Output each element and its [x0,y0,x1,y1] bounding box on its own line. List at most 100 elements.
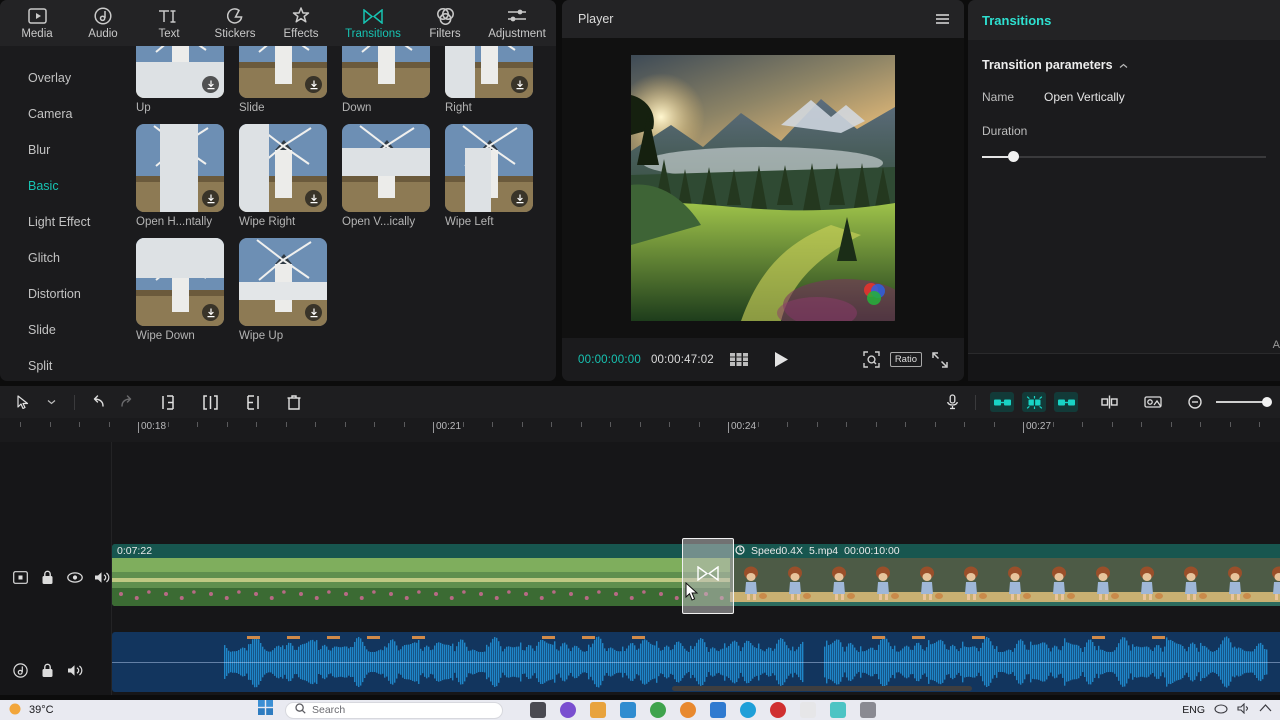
volume-icon[interactable] [1237,702,1250,717]
download-icon[interactable] [305,190,322,207]
transition-item[interactable]: Wipe Right [239,124,342,228]
transition-item[interactable]: Up [136,46,239,114]
transition-thumbnail[interactable] [445,46,533,98]
transition-item[interactable]: Wipe Down [136,238,239,342]
network-icon[interactable] [1259,703,1272,717]
transition-item[interactable]: Down [342,46,445,114]
app-icon-onedrive[interactable] [560,702,576,718]
transition-thumbnail[interactable] [239,238,327,326]
ratio-button[interactable]: Ratio [889,352,922,367]
transition-thumbnail[interactable] [136,46,224,98]
transition-thumbnail[interactable] [342,46,430,98]
lock-icon[interactable] [39,662,56,679]
undo-icon[interactable] [85,390,111,414]
library-tab-media[interactable]: Media [4,1,70,45]
download-icon[interactable] [511,190,528,207]
category-list[interactable]: Overlay Camera Blur Basic Light Effect Glitch… [0,46,128,381]
transition-item[interactable]: Open H...ntally [136,124,239,228]
video-track-icon[interactable] [12,569,29,586]
mute-icon[interactable] [66,662,83,679]
transition-item[interactable]: Open V...ically [342,124,445,228]
app-icon-browser[interactable] [740,702,756,718]
app-icon-chrome[interactable] [650,702,666,718]
category-item-slide[interactable]: Slide [0,312,128,348]
app-icon-store[interactable] [620,702,636,718]
download-icon[interactable] [202,76,219,93]
language-indicator[interactable]: ENG [1182,704,1205,716]
transition-item[interactable]: Wipe Up [239,238,342,342]
transition-parameters-header[interactable]: Transition parameters [982,58,1266,72]
app-icon-media[interactable] [770,702,786,718]
timeline-horizontal-scrollbar[interactable] [672,686,972,691]
lock-icon[interactable] [39,569,56,586]
download-icon[interactable] [305,304,322,321]
library-tab-transitions[interactable]: Transitions [334,1,412,45]
timeline-zoom-slider[interactable] [1216,396,1272,408]
category-item-overlay[interactable]: Overlay [0,60,128,96]
transition-thumbnail[interactable] [239,124,327,212]
download-icon[interactable] [202,304,219,321]
category-item-blur[interactable]: Blur [0,132,128,168]
transition-item[interactable]: Slide [239,46,342,114]
app-icon-folder[interactable] [590,702,606,718]
category-item-light-effect[interactable]: Light Effect [0,204,128,240]
library-tab-filters[interactable]: Filters [412,1,478,45]
app-icon-terminal[interactable] [530,702,546,718]
library-tab-text[interactable]: Text [136,1,202,45]
crop-icon[interactable] [1140,390,1166,414]
app-icon-editor[interactable] [710,702,726,718]
library-tab-audio[interactable]: Audio [70,1,136,45]
mute-icon[interactable] [93,569,110,586]
transition-left-icon[interactable] [990,392,1014,412]
inspector-side-tab[interactable]: A [1273,339,1280,351]
library-tab-effects[interactable]: Effects [268,1,334,45]
chevron-down-icon[interactable] [38,390,64,414]
redo-icon[interactable] [113,390,139,414]
duration-slider-knob[interactable] [1007,151,1019,162]
transition-item[interactable]: Wipe Left [445,124,548,228]
category-item-basic[interactable]: Basic [0,168,128,204]
category-item-glitch[interactable]: Glitch [0,240,128,276]
video-clip-right[interactable]: Speed0.4X 5.mp4 00:00:10:00 [730,544,1280,606]
timeline-ruler[interactable]: 00:18 00:21 00:24 00:27 [0,418,1280,442]
category-item-distortion[interactable]: Distortion [0,276,128,312]
download-icon[interactable] [202,190,219,207]
chevron-up-icon[interactable] [1119,58,1128,72]
app-icon-app[interactable] [800,702,816,718]
transition-thumbnail[interactable] [136,124,224,212]
download-icon[interactable] [511,76,528,93]
preview-canvas[interactable] [631,55,895,321]
transition-thumbnail[interactable] [342,124,430,212]
snapshot-icon[interactable] [863,351,880,368]
split-icon[interactable] [197,390,223,414]
marker-icon[interactable] [1096,390,1122,414]
download-icon[interactable] [305,76,322,93]
zoom-out-icon[interactable] [1182,390,1208,414]
transition-center-icon[interactable] [1022,392,1046,412]
transition-item[interactable]: Right [445,46,548,114]
audio-track-icon[interactable] [12,662,29,679]
hamburger-icon[interactable] [935,13,950,25]
eye-icon[interactable] [66,569,83,586]
frames-icon[interactable] [729,353,748,366]
cloud-icon[interactable] [1214,703,1228,717]
transition-thumbnail[interactable] [239,46,327,98]
category-item-camera[interactable]: Camera [0,96,128,132]
trim-right-icon[interactable] [239,390,265,414]
cursor-icon[interactable] [10,390,36,414]
fullscreen-icon[interactable] [932,351,948,368]
library-tab-adjustment[interactable]: Adjustment [478,1,556,45]
transition-thumbnail[interactable] [445,124,533,212]
windows-icon[interactable] [258,700,273,720]
microphone-icon[interactable] [939,390,965,414]
app-icon-notes[interactable] [830,702,846,718]
zoom-slider-knob[interactable] [1262,397,1272,407]
taskbar-search[interactable]: Search [285,701,503,719]
category-item-split[interactable]: Split [0,348,128,381]
trim-left-icon[interactable] [155,390,181,414]
trash-icon[interactable] [281,390,307,414]
transition-right-icon[interactable] [1054,392,1078,412]
app-icon-firefox[interactable] [680,702,696,718]
play-icon[interactable] [774,352,788,367]
app-icon-tool[interactable] [860,702,876,718]
